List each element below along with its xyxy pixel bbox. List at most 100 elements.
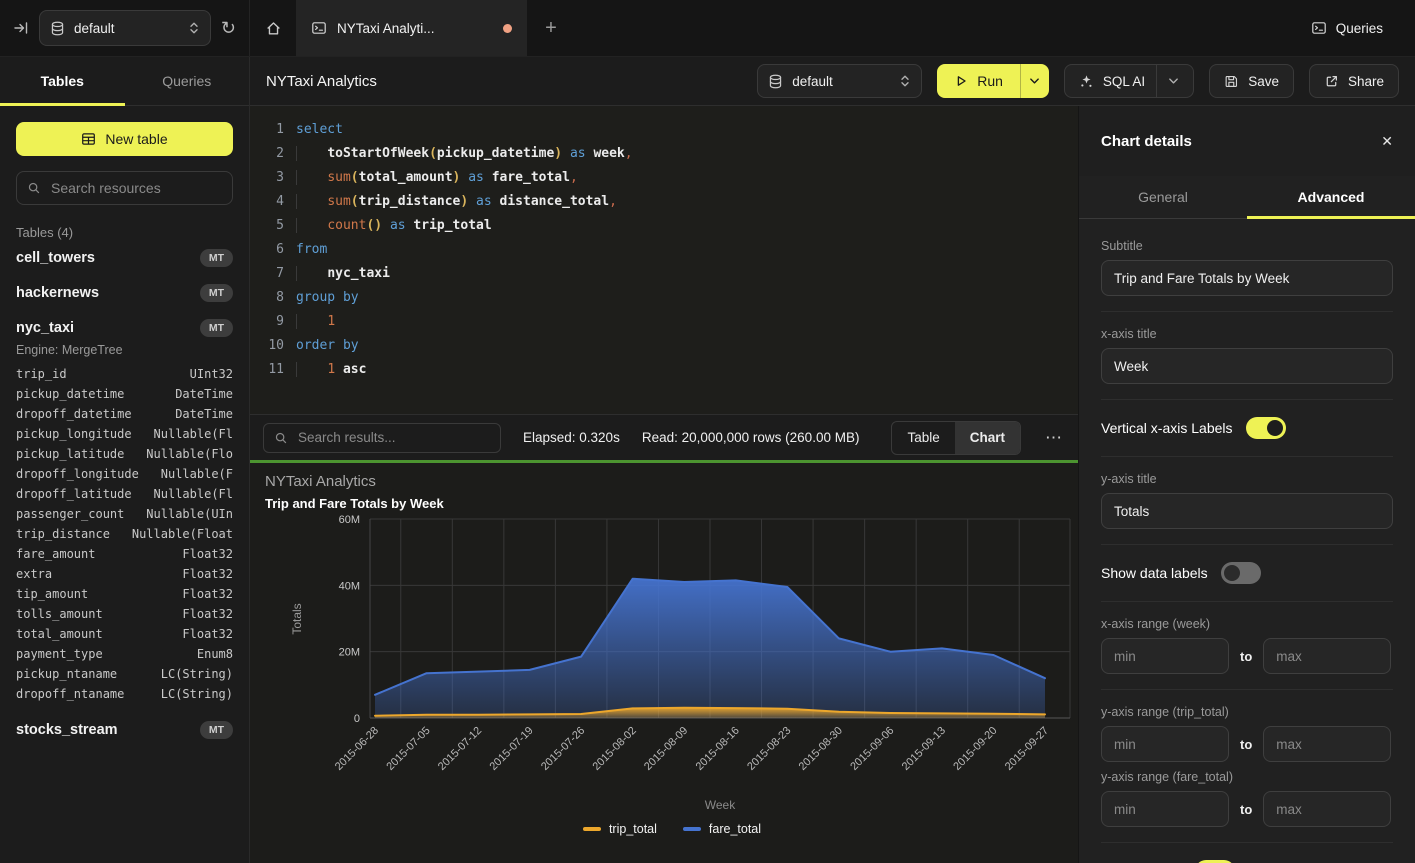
column-type: Nullable(Float (132, 524, 233, 544)
column-row: total_amountFloat32 (16, 624, 233, 644)
table-name: nyc_taxi (16, 320, 74, 336)
results-search[interactable] (263, 423, 501, 453)
code-line[interactable]: 7 nyc_taxi (258, 262, 1078, 286)
x-tick-label: 2015-07-05 (384, 725, 432, 773)
column-name: trip_id (16, 364, 67, 384)
sidebar-tab-queries[interactable]: Queries (125, 57, 250, 105)
search-results-input[interactable] (296, 429, 490, 446)
more-options-icon[interactable]: ⋯ (1043, 428, 1065, 448)
column-type: Nullable(UIn (146, 504, 233, 524)
code-line[interactable]: 10order by (258, 334, 1078, 358)
code-line[interactable]: 1select (258, 118, 1078, 142)
vertical-x-labels-toggle[interactable] (1246, 417, 1286, 439)
chevron-down-icon[interactable] (1168, 77, 1179, 85)
legend-swatch (583, 827, 601, 831)
toolbar-database-selector[interactable]: default (757, 64, 922, 98)
run-options-button[interactable] (1020, 64, 1049, 98)
column-type: Nullable(Flo (146, 444, 233, 464)
column-name: dropoff_longitude (16, 464, 139, 484)
query-workspace: 1select2 toStartOfWeek(pickup_datetime) … (250, 106, 1078, 863)
database-selector[interactable]: default (39, 10, 211, 46)
legend-item-fare_total[interactable]: fare_total (683, 822, 761, 836)
panel-tabs: General Advanced (1079, 176, 1415, 219)
database-icon (50, 21, 65, 36)
y-axis-title-input[interactable] (1101, 493, 1393, 529)
code-line[interactable]: 8group by (258, 286, 1078, 310)
sidebar-tab-tables[interactable]: Tables (0, 57, 125, 105)
code-line[interactable]: 3 sum(total_amount) as fare_total, (258, 166, 1078, 190)
sidebar-tabs: Tables Queries (0, 57, 249, 106)
column-type: Float32 (182, 544, 233, 564)
panel-tab-general[interactable]: General (1079, 176, 1247, 218)
panel-header: Chart details ✕ (1079, 106, 1415, 176)
column-type: Float32 (182, 564, 233, 584)
y-range-trip-min-input[interactable] (1101, 726, 1229, 762)
show-data-labels-toggle[interactable] (1221, 562, 1261, 584)
line-number: 1 (258, 118, 284, 142)
new-table-button[interactable]: New table (16, 122, 233, 156)
column-name: pickup_ntaname (16, 664, 117, 684)
divider (1101, 601, 1393, 602)
x-range-max-input[interactable] (1263, 638, 1391, 674)
code-text: toStartOfWeek(pickup_datetime) as week, (284, 142, 633, 166)
select-updown-icon (899, 74, 911, 88)
code-line[interactable]: 9 1 (258, 310, 1078, 334)
tab-nytaxi-analytics[interactable]: NYTaxi Analyti... (296, 0, 527, 56)
table-icon (81, 132, 96, 146)
table-item-hackernews[interactable]: hackernewsMT (16, 275, 233, 310)
x-range-min-input[interactable] (1101, 638, 1229, 674)
column-type: Enum8 (197, 644, 233, 664)
close-icon[interactable]: ✕ (1381, 133, 1393, 150)
sql-editor[interactable]: 1select2 toStartOfWeek(pickup_datetime) … (250, 106, 1078, 414)
save-button[interactable]: Save (1209, 64, 1294, 98)
new-table-label: New table (105, 131, 167, 147)
x-axis-title-input[interactable] (1101, 348, 1393, 384)
engine-badge: MT (200, 249, 233, 267)
queries-button[interactable]: Queries (1293, 0, 1401, 56)
refresh-icon[interactable]: ↻ (221, 19, 236, 37)
code-line[interactable]: 11 1 asc (258, 358, 1078, 382)
code-line[interactable]: 5 count() as trip_total (258, 214, 1078, 238)
share-button[interactable]: Share (1309, 64, 1399, 98)
home-icon[interactable] (250, 0, 296, 56)
tab-strip: NYTaxi Analyti... + Queries (250, 0, 1415, 56)
sql-ai-button[interactable]: SQL AI (1064, 64, 1194, 98)
y-range-fare-max-input[interactable] (1263, 791, 1391, 827)
to-label: to (1240, 737, 1252, 752)
table-item-nyc_taxi[interactable]: nyc_taxiMT (16, 310, 233, 345)
view-table-button[interactable]: Table (892, 422, 954, 454)
y-range-trip-max-input[interactable] (1263, 726, 1391, 762)
line-number: 6 (258, 238, 284, 262)
column-row: pickup_ntanameLC(String) (16, 664, 233, 684)
search-resources-input[interactable] (49, 179, 222, 197)
table-item-stocks_stream[interactable]: stocks_streamMT (16, 712, 233, 747)
divider (1101, 842, 1393, 843)
subtitle-input[interactable] (1101, 260, 1393, 296)
save-icon (1224, 74, 1239, 89)
code-text: 1 asc (284, 358, 366, 382)
area-chart[interactable]: 020M40M60MTotals2015-06-282015-07-052015… (265, 512, 1078, 822)
view-chart-button[interactable]: Chart (955, 422, 1020, 454)
column-type: Float32 (182, 624, 233, 644)
x-tick-label: 2015-08-23 (745, 725, 793, 773)
code-line[interactable]: 6from (258, 238, 1078, 262)
sidebar-search[interactable] (16, 171, 233, 205)
table-item-cell_towers[interactable]: cell_towersMT (16, 240, 233, 275)
legend-item-trip_total[interactable]: trip_total (583, 822, 657, 836)
y-range-fare-min-input[interactable] (1101, 791, 1229, 827)
share-icon (1324, 74, 1339, 89)
toolbar-database-value: default (792, 74, 890, 89)
column-row: pickup_latitudeNullable(Flo (16, 444, 233, 464)
column-row: dropoff_latitudeNullable(Fl (16, 484, 233, 504)
collapse-sidebar-icon[interactable] (13, 20, 29, 36)
code-line[interactable]: 2 toStartOfWeek(pickup_datetime) as week… (258, 142, 1078, 166)
panel-tab-advanced[interactable]: Advanced (1247, 176, 1415, 218)
sidebar: Tables Queries New table Tables (4) (0, 57, 250, 863)
code-line[interactable]: 4 sum(trip_distance) as distance_total, (258, 190, 1078, 214)
run-button[interactable]: Run (937, 64, 1020, 98)
column-row: dropoff_longitudeNullable(F (16, 464, 233, 484)
new-tab-button[interactable]: + (527, 0, 575, 56)
column-type: Float32 (182, 604, 233, 624)
run-button-group: Run (937, 64, 1049, 98)
line-number: 3 (258, 166, 284, 190)
